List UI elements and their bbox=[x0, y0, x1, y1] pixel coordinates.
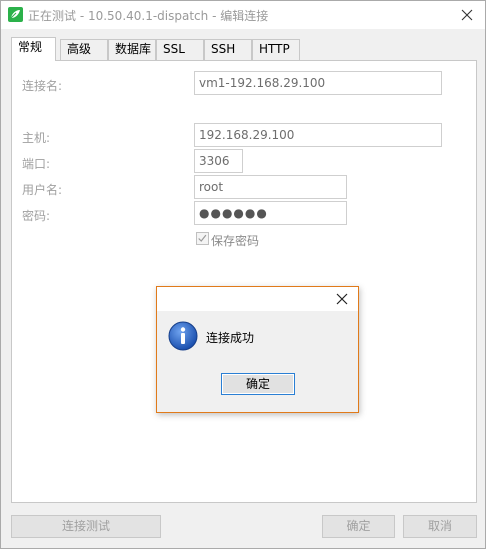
username-label: 用户名: bbox=[22, 183, 63, 197]
password-label: 密码: bbox=[22, 209, 51, 223]
close-icon[interactable] bbox=[457, 5, 477, 25]
info-icon bbox=[168, 321, 198, 351]
close-icon[interactable] bbox=[332, 289, 352, 309]
connection-name-input[interactable]: vm1-192.168.29.100 bbox=[194, 71, 442, 95]
connection-name-label: 连接名: bbox=[22, 79, 63, 93]
username-input[interactable]: root bbox=[194, 175, 347, 199]
tab-http[interactable]: HTTP bbox=[252, 39, 300, 60]
connection-success-dialog: 连接成功 确定 bbox=[156, 286, 359, 413]
navicat-leaf-icon bbox=[8, 7, 23, 22]
dialog-title-bar bbox=[157, 287, 358, 311]
save-password-label: 保存密码 bbox=[211, 234, 260, 248]
port-label: 端口: bbox=[22, 157, 51, 171]
dialog-ok-button[interactable]: 确定 bbox=[221, 373, 295, 395]
port-input[interactable]: 3306 bbox=[194, 149, 243, 173]
title-bar: 正在测试 - 10.50.40.1-dispatch - 编辑连接 bbox=[1, 1, 485, 29]
password-input[interactable]: ●●●●●● bbox=[194, 201, 347, 225]
window-title: 正在测试 - 10.50.40.1-dispatch - 编辑连接 bbox=[28, 9, 269, 23]
tab-databases[interactable]: 数据库 bbox=[108, 39, 156, 60]
ok-button[interactable]: 确定 bbox=[322, 515, 395, 538]
host-label: 主机: bbox=[22, 131, 51, 145]
tab-bar: 常规 高级 数据库 SSL SSH HTTP bbox=[11, 37, 477, 61]
edit-connection-window: 正在测试 - 10.50.40.1-dispatch - 编辑连接 常规 高级 … bbox=[0, 0, 486, 549]
save-password-checkbox[interactable] bbox=[196, 232, 209, 245]
tab-advanced[interactable]: 高级 bbox=[60, 39, 108, 60]
tab-ssh[interactable]: SSH bbox=[204, 39, 252, 60]
test-connection-button[interactable]: 连接测试 bbox=[11, 515, 161, 538]
dialog-message: 连接成功 bbox=[206, 331, 255, 345]
tab-ssl[interactable]: SSL bbox=[156, 39, 204, 60]
checkmark-icon bbox=[198, 234, 207, 242]
host-input[interactable]: 192.168.29.100 bbox=[194, 123, 442, 147]
general-panel: 连接名: vm1-192.168.29.100 主机: 192.168.29.1… bbox=[11, 60, 477, 503]
tab-general[interactable]: 常规 bbox=[11, 37, 56, 61]
cancel-button[interactable]: 取消 bbox=[403, 515, 477, 538]
